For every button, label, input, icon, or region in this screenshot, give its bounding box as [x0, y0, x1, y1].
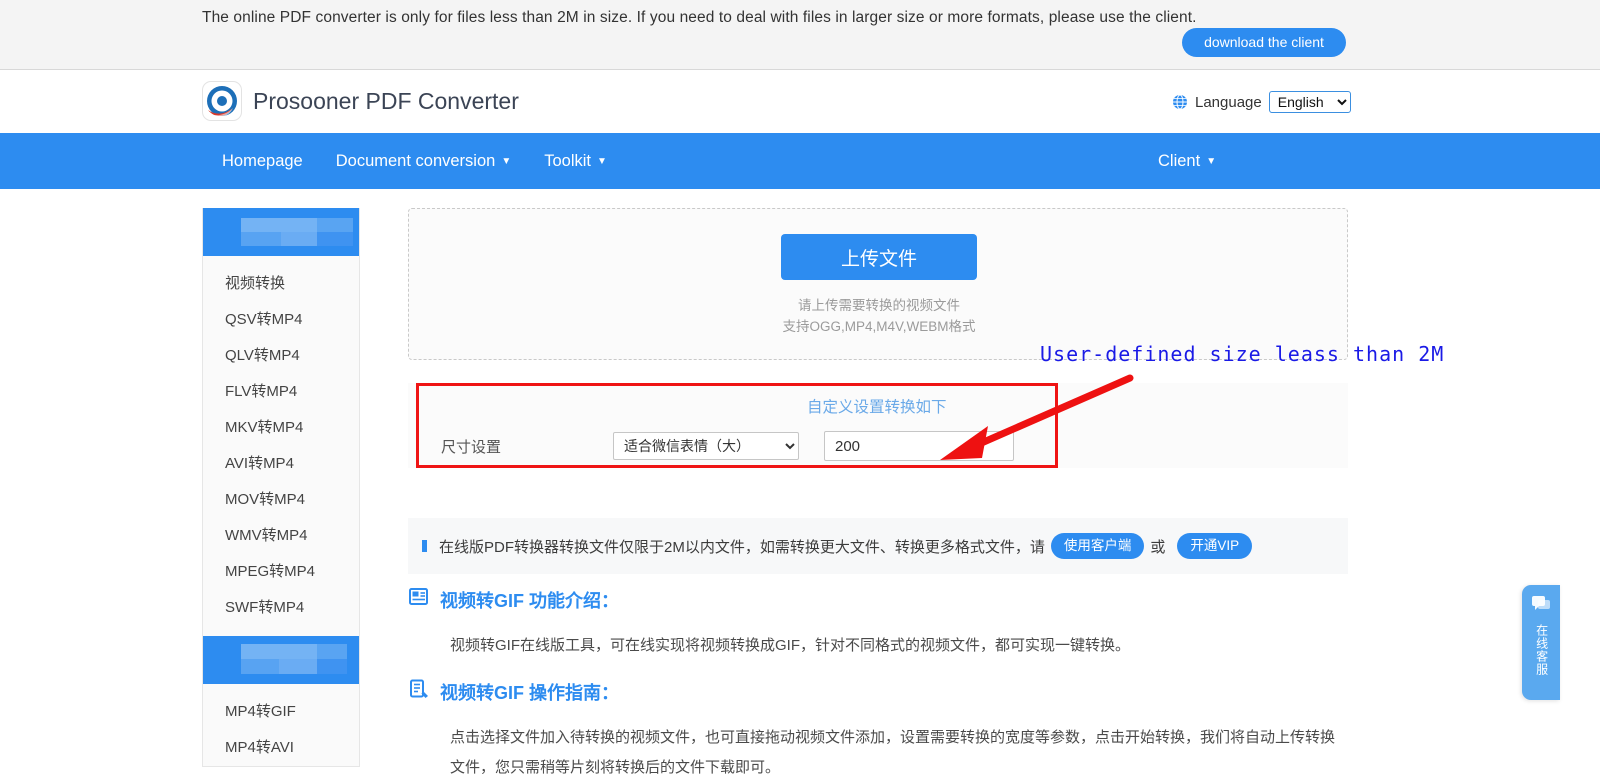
- upload-file-button[interactable]: 上传文件: [781, 234, 977, 280]
- chevron-down-icon: ▼: [597, 156, 607, 167]
- top-notice-text: The online PDF converter is only for fil…: [202, 9, 1197, 26]
- nav-item-toolkit[interactable]: Toolkit ▼: [544, 133, 607, 189]
- upload-hint: 请上传需要转换的视频文件 支持OGG,MP4,M4V,WEBM格式: [409, 295, 1349, 337]
- size-preset-select[interactable]: 适合微信表情（大）: [613, 432, 799, 460]
- operation-guide-heading: 视频转GIF 操作指南：: [408, 678, 1348, 705]
- nav-item-label: Client: [1158, 152, 1201, 170]
- sidebar-item-0[interactable]: MP4转GIF: [203, 694, 359, 730]
- upload-dropzone[interactable]: 上传文件 请上传需要转换的视频文件 支持OGG,MP4,M4V,WEBM格式: [408, 208, 1348, 360]
- language-label: Language: [1195, 93, 1262, 111]
- feature-intro-body: 视频转GIF在线版工具，可在线实现将视频转换成GIF，针对不同格式的视频文件，都…: [450, 637, 1130, 654]
- download-client-button[interactable]: download the client: [1182, 28, 1346, 57]
- sidebar-group-header-1: [203, 208, 359, 256]
- chat-bubble-icon: [1531, 595, 1551, 618]
- online-service-widget[interactable]: 在线客服: [1522, 585, 1560, 700]
- guide-icon: [408, 678, 430, 705]
- settings-area: 自定义设置转换如下 尺寸设置 适合微信表情（大）: [408, 383, 1348, 468]
- feature-intro-heading: 视频转GIF 功能介绍：: [408, 586, 1348, 613]
- use-client-button[interactable]: 使用客户端: [1050, 533, 1145, 559]
- annotation-text: User-defined size leass than 2M: [1040, 342, 1445, 366]
- site-title: Prosooner PDF Converter: [253, 87, 519, 114]
- main-navigation: Homepage Document conversion ▼ Toolkit ▼…: [0, 133, 1600, 332]
- site-header: Prosooner PDF Converter Language English: [0, 71, 1600, 133]
- feature-intro-title: 视频转GIF 功能介绍：: [440, 590, 619, 611]
- sidebar-item-3[interactable]: FLV转MP4: [203, 374, 359, 410]
- settings-title: 自定义设置转换如下: [807, 399, 947, 416]
- upload-hint-line-1: 请上传需要转换的视频文件: [798, 298, 960, 313]
- nav-item-client[interactable]: Client ▼: [1158, 133, 1216, 189]
- nav-item-label: Toolkit: [544, 152, 591, 170]
- chevron-down-icon: ▼: [1206, 156, 1217, 167]
- sidebar-item-8[interactable]: MPEG转MP4: [203, 554, 359, 590]
- sidebar-item-7[interactable]: WMV转MP4: [203, 518, 359, 554]
- operation-guide-title: 视频转GIF 操作指南：: [440, 682, 619, 703]
- chevron-down-icon: ▼: [501, 156, 512, 167]
- prosooner-logo-icon: [202, 81, 242, 121]
- sidebar-item-4[interactable]: MKV转MP4: [203, 410, 359, 446]
- sidebar-group-header-2: [203, 636, 359, 684]
- limit-notice-text: 在线版PDF转换器转换文件仅限于2M以内文件，如需转换更大文件、转换更多格式文件…: [439, 538, 1045, 556]
- limit-notice-strip: 在线版PDF转换器转换文件仅限于2M以内文件，如需转换更大文件、转换更多格式文件…: [408, 518, 1348, 574]
- size-setting-label: 尺寸设置: [441, 438, 502, 456]
- nav-item-homepage[interactable]: Homepage: [222, 133, 303, 189]
- sidebar-list-video-conversion: 视频转换 QSV转MP4 QLV转MP4 FLV转MP4 MKV转MP4 AVI转MP4 M…: [203, 266, 359, 626]
- main-content: 上传文件 请上传需要转换的视频文件 支持OGG,MP4,M4V,WEBM格式 自…: [408, 208, 1348, 776]
- sidebar-list-gif-conversion: MP4转GIF MP4转AVI: [203, 694, 359, 766]
- sidebar: 视频转换 QSV转MP4 QLV转MP4 FLV转MP4 MKV转MP4 AVI转MP4 M…: [202, 208, 360, 767]
- nav-items: Homepage Document conversion ▼ Toolkit ▼: [222, 133, 607, 189]
- annotation-arrow-icon: [940, 374, 1134, 460]
- nav-item-label: Homepage: [222, 152, 303, 170]
- sidebar-item-9[interactable]: SWF转MP4: [203, 590, 359, 626]
- sidebar-item-0[interactable]: 视频转换: [203, 266, 359, 302]
- operation-guide-section: 视频转GIF 操作指南： 点击选择文件加入待转换的视频文件，也可直接拖动视频文件…: [408, 678, 1348, 783]
- feature-intro-icon: [408, 586, 430, 613]
- sidebar-item-6[interactable]: MOV转MP4: [203, 482, 359, 518]
- sidebar-item-1[interactable]: QSV转MP4: [203, 302, 359, 338]
- sidebar-item-1[interactable]: MP4转AVI: [203, 730, 359, 766]
- feature-intro-section: 视频转GIF 功能介绍： 视频转GIF在线版工具，可在线实现将视频转换成GIF，…: [408, 586, 1348, 661]
- upload-hint-line-2: 支持OGG,MP4,M4V,WEBM格式: [782, 319, 976, 334]
- site-logo[interactable]: Prosooner PDF Converter: [202, 81, 519, 121]
- nav-item-document-conversion[interactable]: Document conversion ▼: [336, 133, 511, 189]
- operation-guide-body: 点击选择文件加入待转换的视频文件，也可直接拖动视频文件添加，设置需要转换的宽度等…: [450, 729, 1336, 776]
- globe-icon: [1172, 94, 1188, 110]
- sidebar-item-5[interactable]: AVI转MP4: [203, 446, 359, 482]
- online-service-label: 在线客服: [1534, 624, 1549, 676]
- top-notice-banner: The online PDF converter is only for fil…: [0, 0, 1600, 70]
- language-select[interactable]: English: [1268, 91, 1351, 113]
- notice-separator: 或: [1150, 538, 1166, 556]
- open-vip-button[interactable]: 开通VIP: [1177, 533, 1253, 559]
- nav-item-label: Document conversion: [335, 152, 496, 170]
- sidebar-item-2[interactable]: QLV转MP4: [203, 338, 359, 374]
- bullet-icon: [422, 540, 427, 552]
- language-selector[interactable]: Language English: [1172, 91, 1351, 113]
